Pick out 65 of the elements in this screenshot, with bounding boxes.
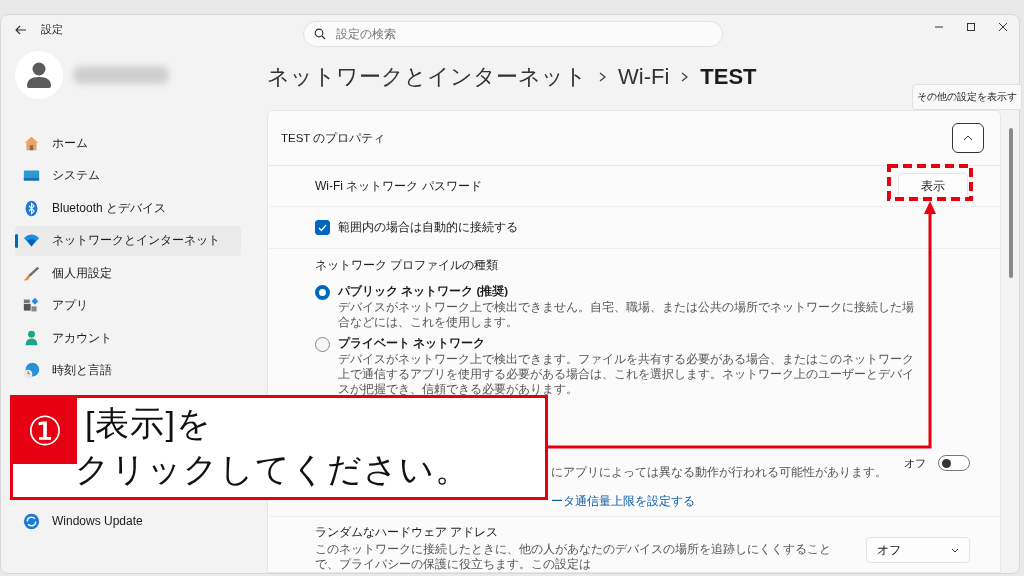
update-icon (23, 512, 40, 530)
chevron-icon (681, 72, 689, 82)
checkbox-label: 範囲内の場合は自動的に接続する (338, 219, 518, 236)
sidebar-item[interactable]: 時刻と言語 (15, 355, 241, 386)
sidebar-label: 時刻と言語 (52, 362, 112, 379)
tooltip: その他の設定を表示す (912, 84, 1022, 110)
collapse-button[interactable] (952, 123, 984, 153)
sidebar-label: ネットワークとインターネット (52, 232, 220, 249)
callout-text: クリックしてください。 (75, 449, 470, 490)
window-title: 設定 (41, 22, 63, 37)
sidebar-label: ホーム (52, 134, 88, 152)
sidebar-item[interactable]: アカウント (15, 323, 241, 353)
toggle-state: オフ (904, 455, 926, 471)
section-title: TEST のプロパティ (281, 130, 386, 146)
sidebar-label: システム (52, 167, 100, 184)
sidebar-label: Bluetooth とデバイス (52, 199, 167, 217)
time-icon (23, 362, 40, 379)
scrollbar[interactable] (1009, 128, 1013, 278)
accounts-icon (23, 329, 40, 347)
radio-description: デバイスがネットワーク上で検出できます。ファイルを共有する必要がある場合、またはこのネットワーク上で通信するアプリを使用する必要がある場合は、これを選択します。ネットワーク上のユーザーとデバイスが把握でき、信頼できる必要があります。 (338, 352, 915, 397)
setting-description: にアプリによっては異なる動作が行われる可能性があります。 (551, 464, 887, 481)
sidebar-item[interactable]: Bluetooth とデバイス (15, 193, 241, 223)
sidebar-item[interactable]: アプリ (15, 290, 241, 321)
dropdown[interactable]: オフ (866, 537, 970, 563)
data-limit-link[interactable]: ータ通信量上限を設定する (551, 493, 970, 510)
setting-label: ネットワーク プロファイルの種類 (315, 257, 500, 274)
back-icon[interactable] (15, 24, 27, 35)
search-icon (314, 28, 326, 40)
home-icon (23, 134, 40, 152)
radio-button[interactable] (315, 285, 330, 300)
checkbox[interactable] (315, 220, 330, 235)
radio-button[interactable] (315, 337, 330, 352)
chevron-icon (599, 72, 606, 82)
avatar-icon (15, 51, 63, 99)
personalize-icon (23, 264, 40, 282)
toggle-switch[interactable] (938, 455, 970, 471)
checkmark-icon (318, 223, 327, 232)
breadcrumb-link[interactable]: Wi-Fi (618, 64, 670, 90)
breadcrumb-link[interactable]: ネットワークとインターネット (267, 62, 587, 92)
show-button[interactable]: 表示 (898, 173, 968, 199)
sidebar-label: アカウント (52, 329, 112, 347)
search-field[interactable]: 設定の検索 (303, 21, 723, 47)
callout-text: [表示]を (85, 403, 212, 444)
sidebar-item[interactable]: ホーム (15, 128, 241, 158)
page-title: TEST (700, 64, 757, 90)
sidebar-label: 個人用設定 (52, 264, 112, 282)
setting-label: Wi-Fi ネットワーク パスワード (315, 177, 482, 195)
system-icon (23, 167, 40, 184)
bluetooth-icon (23, 199, 40, 217)
radio-label: パブリック ネットワーク (推奨) (338, 284, 510, 299)
sidebar-item[interactable]: ネットワークとインターネット (15, 225, 241, 256)
radio-description: デバイスがネットワーク上で検出できません。自宅、職場、または公共の場所でネットワークに接続した場合などには、これを使用します。 (338, 300, 915, 330)
radio-label: プライベート ネットワーク (338, 336, 487, 351)
sidebar-item[interactable]: Windows Update (15, 506, 241, 536)
step-number: ① (13, 398, 77, 464)
setting-description: このネットワークに接続したときに、他の人があなたのデバイスの場所を追跡しにくくすることで、プライバシーの保護に役立ちます。この設定は (315, 542, 832, 572)
network-icon (23, 232, 40, 249)
sidebar-label: Windows Update (52, 514, 143, 528)
caret-icon (951, 547, 959, 553)
sidebar-item[interactable]: 個人用設定 (15, 258, 241, 288)
chevron-up-icon (963, 135, 973, 141)
setting-label: ランダムなハードウェア アドレス (315, 525, 500, 540)
sidebar-item[interactable]: システム (15, 160, 241, 191)
sidebar-label: アプリ (52, 297, 88, 314)
apps-icon (23, 297, 40, 314)
